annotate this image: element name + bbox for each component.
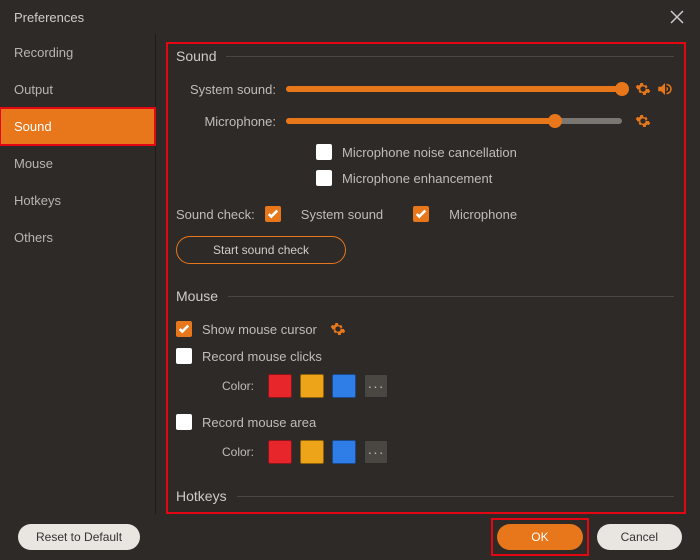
gear-icon[interactable] (634, 80, 652, 98)
show-cursor-checkbox[interactable] (176, 321, 192, 337)
speaker-icon[interactable] (656, 80, 674, 98)
noise-cancel-label: Microphone noise cancellation (342, 145, 517, 160)
show-cursor-label: Show mouse cursor (202, 322, 317, 337)
color-swatch-red[interactable] (268, 440, 292, 464)
close-icon[interactable] (668, 8, 686, 26)
sidebar-item-output[interactable]: Output (0, 71, 155, 108)
record-clicks-checkbox[interactable] (176, 348, 192, 364)
check-mic-label: Microphone (449, 207, 517, 222)
gear-icon[interactable] (329, 320, 347, 338)
hotkeys-heading: Hotkeys (176, 488, 227, 504)
sidebar: Recording Output Sound Mouse Hotkeys Oth… (0, 34, 156, 514)
ok-highlight: OK (491, 518, 588, 556)
color-swatch-blue[interactable] (332, 374, 356, 398)
sidebar-item-mouse[interactable]: Mouse (0, 145, 155, 182)
section-sound: Sound System sound: Microphone: (176, 48, 674, 264)
enhancement-label: Microphone enhancement (342, 171, 492, 186)
record-area-checkbox[interactable] (176, 414, 192, 430)
color-swatch-orange[interactable] (300, 440, 324, 464)
record-area-label: Record mouse area (202, 415, 316, 430)
mic-slider[interactable] (286, 118, 622, 124)
titlebar: Preferences (0, 0, 700, 34)
area-color-label: Color: (222, 445, 254, 459)
system-sound-slider[interactable] (286, 86, 622, 92)
sidebar-item-others[interactable]: Others (0, 219, 155, 256)
clicks-color-label: Color: (222, 379, 254, 393)
sound-check-label: Sound check: (176, 207, 255, 222)
color-swatch-red[interactable] (268, 374, 292, 398)
noise-cancel-checkbox[interactable] (316, 144, 332, 160)
section-mouse: Mouse Show mouse cursor Record mouse cli… (176, 288, 674, 464)
content-scroll[interactable]: Sound System sound: Microphone: (168, 44, 688, 514)
check-mic-checkbox[interactable] (413, 206, 429, 222)
check-system-label: System sound (301, 207, 383, 222)
divider (226, 56, 674, 57)
window-title: Preferences (14, 10, 84, 25)
footer: Reset to Default OK Cancel (0, 514, 700, 560)
system-sound-label: System sound: (176, 82, 286, 97)
color-swatch-blue[interactable] (332, 440, 356, 464)
mouse-heading: Mouse (176, 288, 218, 304)
check-system-checkbox[interactable] (265, 206, 281, 222)
sidebar-item-sound[interactable]: Sound (0, 108, 155, 145)
divider (237, 496, 674, 497)
enhancement-checkbox[interactable] (316, 170, 332, 186)
gear-icon[interactable] (634, 112, 652, 130)
sound-heading: Sound (176, 48, 216, 64)
ok-button[interactable]: OK (497, 524, 582, 550)
color-swatch-orange[interactable] (300, 374, 324, 398)
color-swatch-more[interactable]: ··· (364, 374, 388, 398)
start-sound-check-button[interactable]: Start sound check (176, 236, 346, 264)
record-clicks-label: Record mouse clicks (202, 349, 322, 364)
divider (228, 296, 674, 297)
reset-button[interactable]: Reset to Default (18, 524, 140, 550)
cancel-button[interactable]: Cancel (597, 524, 682, 550)
color-swatch-more[interactable]: ··· (364, 440, 388, 464)
sidebar-item-hotkeys[interactable]: Hotkeys (0, 182, 155, 219)
mic-label: Microphone: (176, 114, 286, 129)
sidebar-item-recording[interactable]: Recording (0, 34, 155, 71)
section-hotkeys: Hotkeys (176, 488, 674, 504)
